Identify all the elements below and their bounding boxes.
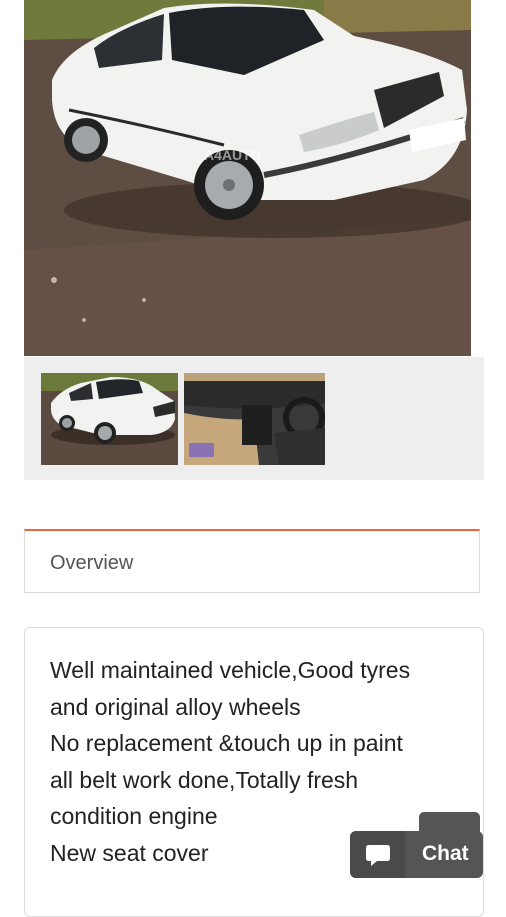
description-line: condition engine — [50, 803, 218, 829]
chat-bubble-icon — [366, 845, 390, 866]
thumbnail-exterior[interactable] — [41, 373, 178, 465]
chat-label: Chat — [422, 842, 469, 865]
chat-icon-wrap — [350, 831, 405, 878]
main-car-photo[interactable]: A4AUTO — [24, 0, 471, 356]
thumbnail-interior[interactable] — [184, 373, 325, 465]
description-line: Well maintained vehicle,Good tyres — [50, 657, 411, 683]
description-line: all belt work done,Totally fresh — [50, 766, 359, 793]
description-line: No replacement &touch up in paint — [50, 730, 403, 756]
overview-tab[interactable]: Overview — [24, 529, 480, 593]
watermark-text: A4AUTO — [204, 147, 261, 163]
description-line: and original alloy wheels — [50, 693, 301, 720]
thumbnail-strip — [24, 357, 484, 480]
chat-button[interactable]: Chat — [350, 831, 483, 878]
overview-tab-label: Overview — [50, 552, 134, 574]
